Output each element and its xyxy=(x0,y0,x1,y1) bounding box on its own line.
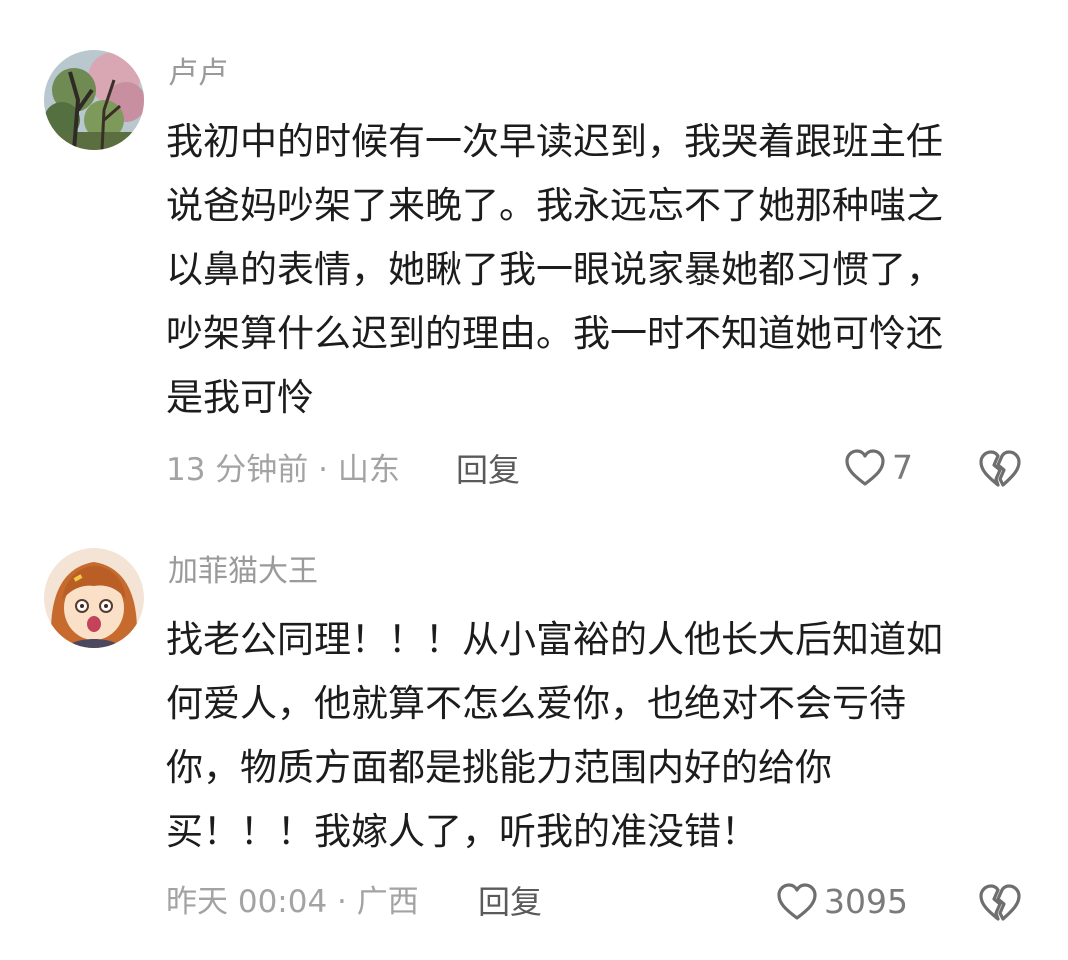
username[interactable]: 加菲猫大王 xyxy=(168,552,318,592)
reply-button[interactable]: 回复 xyxy=(478,882,542,922)
comment-line: 你，物质方面都是挑能力范围内好的给你 xyxy=(166,746,832,789)
dislike-button[interactable] xyxy=(978,882,1022,924)
avatar[interactable] xyxy=(44,50,144,150)
heart-outline-icon xyxy=(845,449,885,486)
comment-line: 何爱人，他就算不怎么爱你，也绝对不会亏待 xyxy=(166,682,906,725)
comment-line: 是我可怜 xyxy=(166,376,314,419)
like-count: 7 xyxy=(892,448,913,487)
comment-text: 我初中的时候有一次早读迟到，我哭着跟班主任 说爸妈吵架了来晚了。我永远忘不了她那… xyxy=(166,110,1016,430)
anime-girl-avatar-icon xyxy=(44,548,144,648)
comment-meta: 昨天 00:04 · 广西 xyxy=(166,884,419,920)
broken-heart-icon xyxy=(979,884,1021,921)
comment-line: 以鼻的表情，她瞅了我一眼说家暴她都习惯了， xyxy=(166,248,943,291)
reply-button[interactable]: 回复 xyxy=(456,450,520,490)
username[interactable]: 卢卢 xyxy=(168,54,228,94)
comment-line: 我初中的时候有一次早读迟到，我哭着跟班主任 xyxy=(166,120,943,163)
comment-text: 找老公同理！！！从小富裕的人他长大后知道如 何爱人，他就算不怎么爱你，也绝对不会… xyxy=(166,608,1016,864)
heart-outline-icon xyxy=(777,883,817,920)
comment-meta: 13 分钟前 · 山东 xyxy=(166,452,400,488)
comment-line: 买！！！我嫁人了，听我的准没错！ xyxy=(166,810,758,853)
like-button[interactable]: 3095 xyxy=(776,882,908,922)
like-count: 3095 xyxy=(824,882,908,921)
avatar[interactable] xyxy=(44,548,144,648)
comment-line: 找老公同理！！！从小富裕的人他长大后知道如 xyxy=(166,618,943,661)
like-button[interactable]: 7 xyxy=(844,448,913,488)
tree-blossom-avatar-icon xyxy=(44,50,144,150)
comment-line: 吵架算什么迟到的理由。我一时不知道她可怜还 xyxy=(166,312,943,355)
broken-heart-icon xyxy=(979,450,1021,487)
dislike-button[interactable] xyxy=(978,448,1022,490)
comment-line: 说爸妈吵架了来晚了。我永远忘不了她那种嗤之 xyxy=(166,184,943,227)
